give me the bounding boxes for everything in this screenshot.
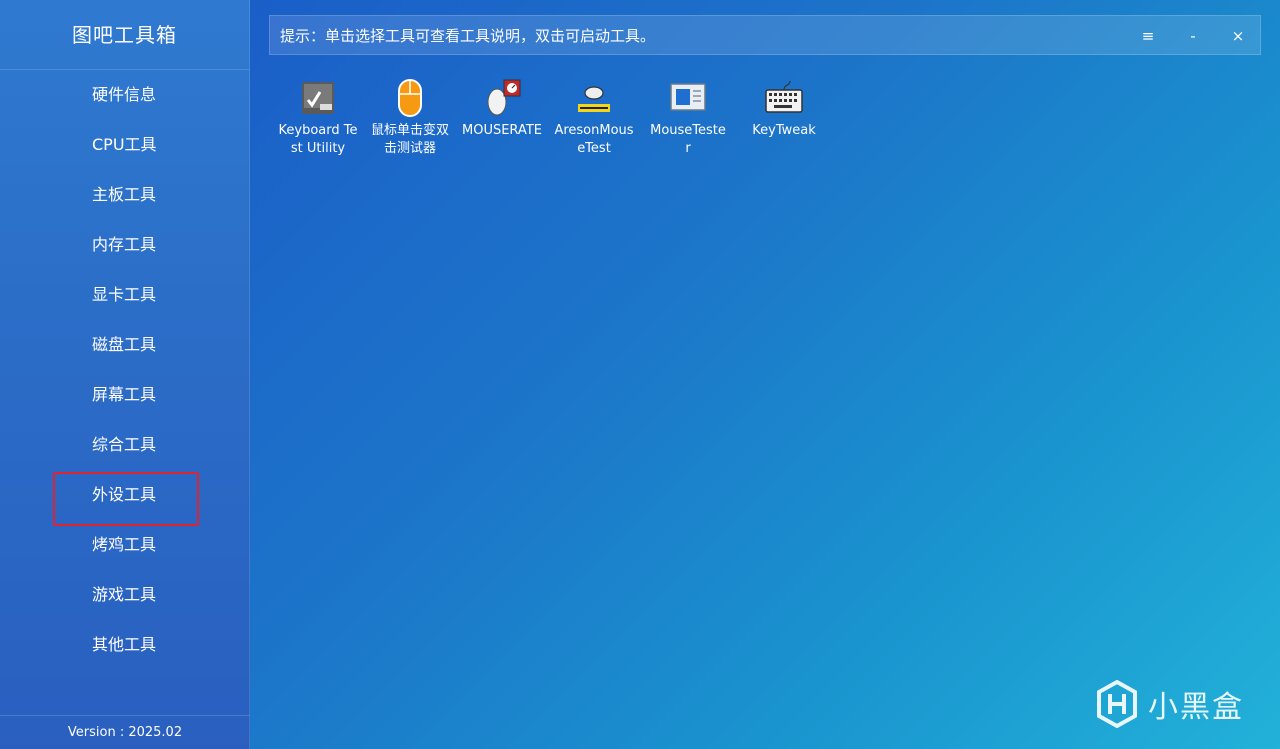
sidebar-item-other-tools[interactable]: 其他工具 (0, 620, 249, 670)
sidebar-item-gpu-tools[interactable]: 显卡工具 (0, 270, 249, 320)
tool-label: KeyTweak (752, 123, 816, 138)
sidebar-nav: 硬件信息 CPU工具 主板工具 内存工具 显卡工具 磁盘工具 屏幕工具 综合工具… (0, 70, 249, 670)
tool-label: 鼠标单击变双击测试器 (370, 123, 449, 156)
watermark: 小黑盒 (1096, 679, 1244, 729)
version-label: Version : 2025.02 (0, 715, 250, 749)
watermark-text: 小黑盒 (1148, 690, 1244, 725)
sidebar-item-disk-tools[interactable]: 磁盘工具 (0, 320, 249, 370)
tool-mouserate[interactable]: MOUSERATE (462, 78, 542, 140)
hint-bar: 提示：单击选择工具可查看工具说明，双击可启动工具。 ≡ - × (269, 15, 1261, 55)
tool-label: Keyboard Test Utility (278, 123, 358, 156)
sidebar-item-motherboard-tools[interactable]: 主板工具 (0, 170, 249, 220)
tool-grid: Keyboard Test Utility 鼠标单击变双击测试器 MOUSERA… (278, 78, 878, 178)
keytweak-icon (765, 80, 803, 113)
minimize-button[interactable]: - (1173, 16, 1213, 56)
sidebar-item-stress-tools[interactable]: 烤鸡工具 (0, 520, 249, 570)
sidebar-item-hardware-info[interactable]: 硬件信息 (0, 70, 249, 120)
hint-text: 提示：单击选择工具可查看工具说明，双击可启动工具。 (280, 27, 656, 45)
sidebar-item-general-tools[interactable]: 综合工具 (0, 420, 249, 470)
xiaoheihe-logo-icon (1097, 680, 1137, 728)
tool-mousetester[interactable]: MouseTester (648, 78, 728, 158)
menu-button[interactable]: ≡ (1128, 16, 1168, 56)
sidebar-item-screen-tools[interactable]: 屏幕工具 (0, 370, 249, 420)
mousetester-icon (670, 83, 706, 111)
tool-label: AresonMouseTest (554, 123, 634, 156)
areson-mouse-icon (578, 86, 610, 112)
tool-label: MouseTester (650, 123, 726, 156)
sidebar: 图吧工具箱 硬件信息 CPU工具 主板工具 内存工具 显卡工具 磁盘工具 屏幕工… (0, 0, 250, 749)
sidebar-item-peripheral-tools[interactable]: 外设工具 (0, 470, 249, 526)
tool-label: MOUSERATE (462, 123, 542, 138)
sidebar-item-memory-tools[interactable]: 内存工具 (0, 220, 249, 270)
app-title: 图吧工具箱 (0, 0, 249, 70)
close-button[interactable]: × (1218, 16, 1258, 56)
sidebar-item-game-tools[interactable]: 游戏工具 (0, 570, 249, 620)
sidebar-item-cpu-tools[interactable]: CPU工具 (0, 120, 249, 170)
mouserate-icon (487, 79, 521, 116)
keyboard-test-icon (302, 82, 334, 114)
tool-mouse-click-tester[interactable]: 鼠标单击变双击测试器 (370, 78, 450, 158)
tool-keyboard-test-utility[interactable]: Keyboard Test Utility (278, 78, 358, 158)
tool-keytweak[interactable]: KeyTweak (744, 78, 824, 140)
mouse-click-test-icon (398, 79, 422, 117)
tool-areson-mouse-test[interactable]: AresonMouseTest (554, 78, 634, 158)
